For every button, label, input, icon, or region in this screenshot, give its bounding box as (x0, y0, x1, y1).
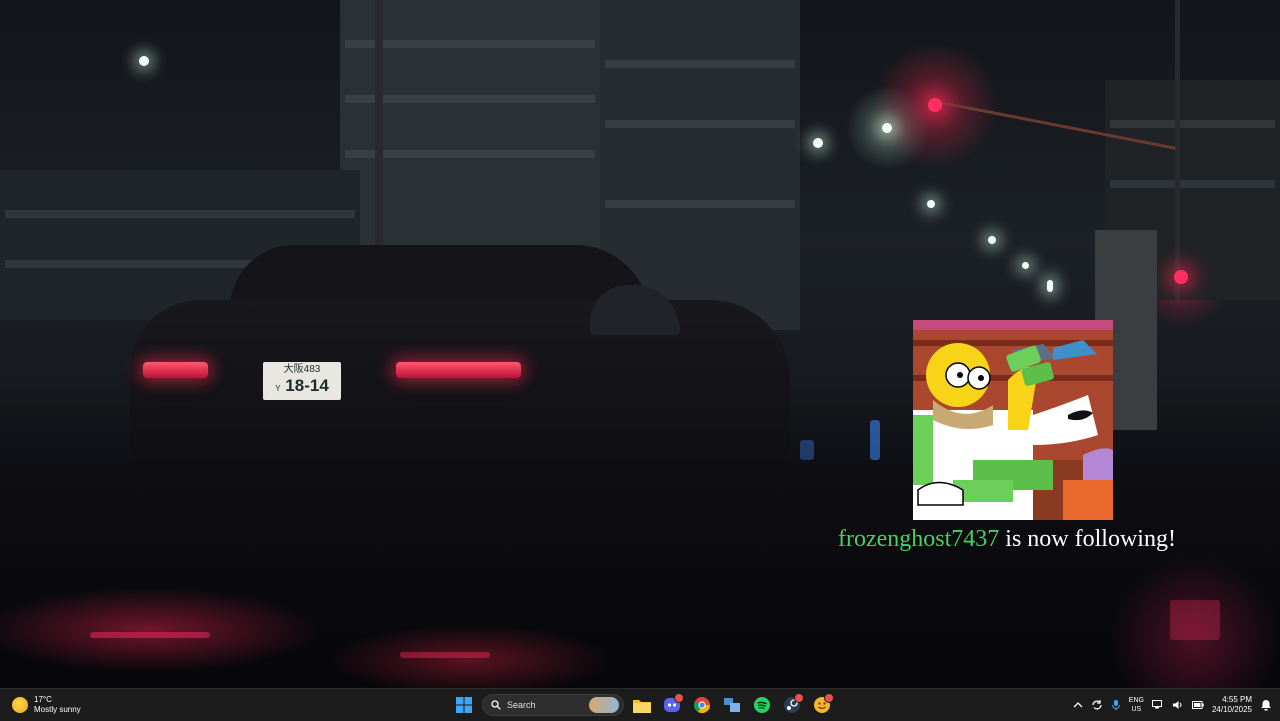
road-reflection (400, 652, 490, 658)
task-view-icon (724, 698, 740, 712)
spotify-button[interactable] (750, 693, 774, 717)
traffic-light-red (1174, 270, 1188, 284)
street-pole (375, 0, 383, 260)
clock-time: 4:55 PM (1222, 695, 1252, 704)
chrome-icon (693, 697, 711, 714)
building-windows (1110, 120, 1275, 128)
building-windows (5, 210, 355, 218)
road-reflection (1170, 600, 1220, 640)
language-indicator[interactable]: ENG US (1129, 696, 1144, 714)
street-lamp (813, 138, 823, 148)
building-windows (605, 60, 795, 68)
microphone-icon[interactable] (1111, 699, 1121, 711)
street-lamp (1022, 262, 1029, 269)
sync-icon[interactable] (1091, 699, 1103, 711)
building-windows (1110, 180, 1275, 188)
license-plate: 大阪483 Y 18-14 (263, 362, 341, 400)
file-explorer-button[interactable] (630, 693, 654, 717)
street-lamp (882, 123, 892, 133)
taskbar-center: Search (452, 692, 834, 718)
plate-prefix: Y (275, 384, 281, 393)
volume-icon[interactable] (1172, 700, 1184, 710)
street-lamp (988, 236, 996, 244)
region-code: US (1131, 706, 1142, 713)
notification-bell-icon[interactable] (1260, 699, 1272, 711)
search-highlight-icon (589, 697, 619, 713)
street-lamp (1047, 280, 1053, 292)
search-box[interactable]: Search (482, 694, 624, 716)
language-code: ENG (1128, 697, 1144, 704)
building-windows (605, 120, 795, 128)
weather-temperature: 17°C (34, 695, 52, 704)
weather-description: Mostly sunny (34, 705, 81, 714)
windows-logo-icon (456, 697, 472, 713)
follow-message: is now following! (1005, 526, 1176, 552)
plate-digits: 18-14 (285, 376, 329, 395)
folder-icon (633, 699, 651, 713)
start-button[interactable] (452, 693, 476, 717)
search-icon (491, 700, 501, 710)
street-lamp (139, 56, 149, 66)
notification-badge (794, 693, 804, 703)
weather-info: 17°C Mostly sunny (34, 695, 81, 715)
notification-badge (674, 693, 684, 703)
traffic-light-red (928, 98, 942, 112)
building-windows (605, 200, 795, 208)
clock-date: 24/10/2025 (1211, 705, 1252, 714)
task-view-button[interactable] (720, 693, 744, 717)
search-label: Search (507, 700, 536, 710)
follow-alert-image (913, 320, 1113, 520)
road-reflection (90, 632, 210, 638)
street-lamp (927, 200, 935, 208)
chrome-button[interactable] (690, 693, 714, 717)
plate-region: 大阪483 (283, 364, 321, 375)
partly-sunny-icon (12, 697, 28, 713)
follower-username: frozenghost7437 (838, 526, 1000, 552)
spotify-icon (754, 697, 770, 713)
steam-button[interactable] (780, 693, 804, 717)
car-taillight-left (143, 362, 208, 378)
road-reflection (800, 440, 814, 460)
discord-button[interactable] (660, 693, 684, 717)
battery-icon[interactable] (1191, 700, 1204, 710)
notification-badge (824, 693, 834, 703)
app-button[interactable] (810, 693, 834, 717)
follow-alert-text: frozenghost7437 is now following! (838, 526, 1268, 553)
network-icon[interactable] (1151, 700, 1164, 710)
taskbar: 17°C Mostly sunny Search ENG US 4:55 PM … (0, 688, 1280, 721)
chevron-up-icon[interactable] (1073, 701, 1083, 709)
cartoon-character-money-image (913, 320, 1113, 520)
system-tray: ENG US 4:55 PM 24/10/2025 (1073, 691, 1272, 719)
road-reflection (870, 420, 880, 460)
clock[interactable]: 4:55 PM 24/10/2025 (1212, 695, 1252, 715)
weather-widget[interactable]: 17°C Mostly sunny (12, 694, 81, 716)
car-body (130, 300, 790, 500)
traffic-light-pole (1175, 0, 1180, 300)
car-taillight-right (396, 362, 521, 378)
plate-number: Y 18-14 (263, 376, 341, 399)
